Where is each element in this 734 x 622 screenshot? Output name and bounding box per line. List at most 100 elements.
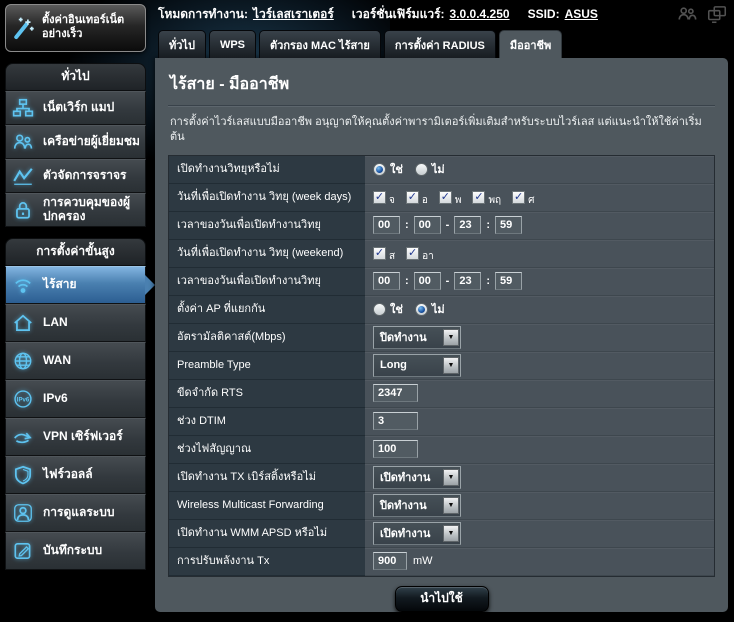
sidebar-item-traffic-manager[interactable]: ตัวจัดการจราจร <box>5 159 146 193</box>
firmware-version-label: เวอร์ชั่นเฟิร์มแวร์: <box>351 6 445 21</box>
sidebar: ตั้งค่าอินเทอร์เน็ต อย่างเร็ว ทั่วไป เน็… <box>5 4 155 570</box>
clients-icon[interactable] <box>676 3 698 25</box>
radio-date-weekend-checkbox-sat[interactable] <box>373 246 386 260</box>
radio-time-weekend-start-hour[interactable] <box>373 272 400 291</box>
radio-date-weekdays-checkbox-thu[interactable] <box>472 190 486 204</box>
operation-mode-link[interactable]: ไวร์เลสเราเตอร์ <box>253 5 334 24</box>
tab-general[interactable]: ทั่วไป <box>158 30 206 58</box>
table-row: Preamble Type Long ▼ <box>169 351 714 380</box>
devices-icon[interactable] <box>706 3 728 25</box>
preamble-type-value: Long ▼ <box>365 351 714 380</box>
sidebar-item-firewall[interactable]: ไฟร์วอลล์ <box>5 456 146 494</box>
table-row: อัตรามัลติคาสต์(Mbps) ปิดทำงาน ▼ <box>169 323 714 352</box>
guest-network-icon <box>10 131 36 153</box>
parental-control-icon <box>10 199 36 221</box>
radio-time-weekend-end-min[interactable] <box>495 272 523 291</box>
table-row: เวลาของวันเพื่อเปิดทำงานวิทยุ: -: <box>169 267 714 296</box>
quick-internet-setup-button[interactable]: ตั้งค่าอินเทอร์เน็ต อย่างเร็ว <box>5 4 146 52</box>
sidebar-item-administration[interactable]: การดูแลระบบ <box>5 494 146 532</box>
radio-date-weekend-checkbox-sun[interactable] <box>406 246 420 260</box>
table-row: การปรับพลังงาน Tx mW <box>169 547 714 576</box>
apply-row: นำไปใช้ <box>168 577 715 612</box>
sidebar-item-label: เครือข่ายผู้เยี่ยมชม <box>43 134 140 149</box>
radio-time-weekend-end-hour[interactable] <box>454 272 482 291</box>
radio-time-weekdays-end-hour[interactable] <box>454 216 482 235</box>
preamble-type-label: Preamble Type <box>169 351 365 380</box>
sidebar-item-wireless[interactable]: ไร้สาย <box>5 266 155 304</box>
radio-date-weekdays-checkbox-wed[interactable] <box>438 190 452 204</box>
dtim-interval-input[interactable] <box>373 412 418 431</box>
preamble-type-select[interactable]: Long ▼ <box>373 353 461 377</box>
radio-date-weekdays-checkbox-fri[interactable] <box>512 190 526 204</box>
ap-isolated-radio-no[interactable] <box>414 302 428 316</box>
apply-button[interactable]: นำไปใช้ <box>394 585 489 612</box>
radio-time-weekdays-value: : -: <box>365 211 714 240</box>
radio-time-weekdays-start-min[interactable] <box>413 216 441 235</box>
multicast-rate-select-value: ปิดทำงาน <box>380 332 427 345</box>
sidebar-item-lan[interactable]: LAN <box>5 304 146 342</box>
firmware-version-link[interactable]: 3.0.0.4.250 <box>450 7 510 21</box>
enable-radio-radio-no[interactable] <box>414 162 428 176</box>
sidebar-general-header: ทั่วไป <box>5 63 146 91</box>
sidebar-item-label: VPN เซิร์ฟเวอร์ <box>43 429 123 444</box>
network-map-icon <box>10 97 36 119</box>
wmm-apsd-select[interactable]: เปิดทำงาน ▼ <box>373 521 461 545</box>
sidebar-item-wan[interactable]: WAN <box>5 342 146 380</box>
beacon-interval-input[interactable] <box>373 440 418 459</box>
enable-radio-radio-yes[interactable] <box>373 162 386 176</box>
separator: : <box>405 275 409 288</box>
sidebar-item-label: IPv6 <box>43 391 68 406</box>
radio-date-weekdays-checkbox-tue[interactable] <box>405 190 419 204</box>
sidebar-item-vpn-server[interactable]: VPN เซิร์ฟเวอร์ <box>5 418 146 456</box>
radio-date-weekdays-checkbox-thu-label: พฤ <box>488 195 502 207</box>
wmm-apsd-value: เปิดทำงาน ▼ <box>365 519 714 548</box>
wireless-icon <box>10 274 36 296</box>
tab-wps[interactable]: WPS <box>208 30 257 58</box>
separator: : <box>486 219 491 232</box>
chevron-down-icon[interactable]: ▼ <box>443 328 459 346</box>
tab-professional[interactable]: มืออาชีพ <box>498 30 563 58</box>
chevron-down-icon[interactable]: ▼ <box>443 356 459 374</box>
tab-bar: ทั่วไป WPS ตัวกรอง MAC ไร้สาย การตั้งค่า RA… <box>155 30 728 58</box>
sidebar-item-parental-control[interactable]: การควบคุมของผู้ปกครอง <box>5 193 146 227</box>
tab-radius-setting[interactable]: การตั้งค่า RADIUS <box>383 30 496 58</box>
table-row: เปิดทำงานวิทยุหรือไม่ ใช่ ไม่ <box>169 155 714 184</box>
rts-threshold-value <box>365 379 714 408</box>
chevron-down-icon[interactable]: ▼ <box>443 524 459 542</box>
ssid-link[interactable]: ASUS <box>565 7 598 21</box>
sidebar-advanced-items: ไร้สาย LAN WAN IPv6 IPv6 VPN เซิร์ฟเวอร์ไฟร์ว… <box>5 266 155 570</box>
wireless-multicast-forwarding-select[interactable]: ปิดทำงาน ▼ <box>373 493 461 517</box>
radio-time-weekdays-end-min[interactable] <box>495 216 523 235</box>
chevron-down-icon[interactable]: ▼ <box>443 496 459 514</box>
radio-date-weekdays-label: วันที่เพื่อเปิดทำงาน วิทยุ (week days) <box>169 183 365 212</box>
radio-time-weekdays-start-hour[interactable] <box>373 216 400 235</box>
traffic-manager-icon <box>10 165 36 187</box>
chevron-down-icon[interactable]: ▼ <box>443 468 459 486</box>
tx-power-value: mW <box>365 547 714 576</box>
radio-date-weekdays-checkbox-fri-label: ศ <box>528 195 535 207</box>
sidebar-item-system-log[interactable]: บันทึกระบบ <box>5 532 146 570</box>
radio-date-weekdays-checkbox-mon[interactable] <box>373 190 386 204</box>
rts-threshold-input[interactable] <box>373 384 418 403</box>
ap-isolated-radio-no-label: ไม่ <box>431 304 445 317</box>
tx-bursting-select-value: เปิดทำงาน <box>380 472 431 485</box>
ap-isolated-radio-yes[interactable] <box>373 302 386 316</box>
radio-time-weekdays-label: เวลาของวันเพื่อเปิดทำงานวิทยุ <box>169 211 365 240</box>
preamble-type-select-value: Long <box>380 359 407 372</box>
tx-bursting-select[interactable]: เปิดทำงาน ▼ <box>373 465 461 489</box>
sidebar-item-ipv6[interactable]: IPv6 IPv6 <box>5 380 146 418</box>
tx-power-input[interactable] <box>373 552 407 571</box>
sidebar-item-label: การดูแลระบบ <box>43 505 115 520</box>
enable-radio-radio-no-label: ไม่ <box>431 164 445 177</box>
radio-date-weekdays-checkbox-wed-label: พ <box>454 195 462 207</box>
tab-wireless-mac-filter[interactable]: ตัวกรอง MAC ไร้สาย <box>259 30 381 58</box>
wmm-apsd-label: เปิดทำงาน WMM APSD หรือไม่ <box>169 519 365 548</box>
sidebar-item-network-map[interactable]: เน็ตเวิร์ก แมป <box>5 91 146 125</box>
wireless-multicast-forwarding-select-value: ปิดทำงาน <box>380 500 427 513</box>
table-row: ช่วง DTIM <box>169 407 714 436</box>
table-row: วันที่เพื่อเปิดทำงาน วิทยุ (weekend) ส อา <box>169 239 714 268</box>
sidebar-general-items: เน็ตเวิร์ก แมปเครือข่ายผู้เยี่ยมชมตัวจัด… <box>5 91 146 227</box>
sidebar-item-guest-network[interactable]: เครือข่ายผู้เยี่ยมชม <box>5 125 146 159</box>
multicast-rate-select[interactable]: ปิดทำงาน ▼ <box>373 325 461 349</box>
radio-time-weekend-start-min[interactable] <box>413 272 441 291</box>
